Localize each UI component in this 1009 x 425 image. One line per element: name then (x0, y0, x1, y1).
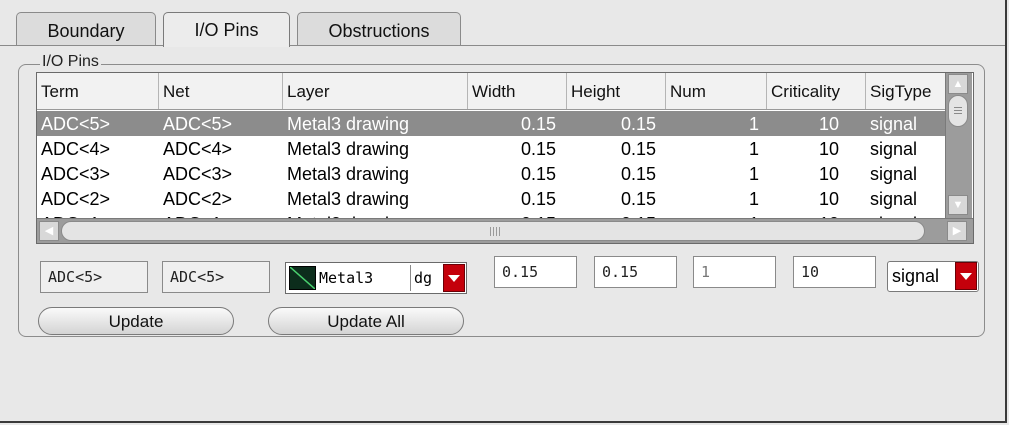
cell-num: 1 (748, 114, 759, 134)
io-pins-table: Term Net Layer Width Height Num Critical… (36, 72, 974, 244)
cell-criticality: 10 (767, 211, 839, 218)
cell-layer: Metal3 drawing (287, 164, 410, 184)
scroll-right-button[interactable]: ▶ (947, 221, 967, 241)
column-header-net[interactable]: Net (159, 73, 283, 109)
cell-height: 0.15 (567, 211, 656, 218)
net-field[interactable]: ADC<5> (162, 261, 270, 293)
cell-num: 1 (666, 211, 759, 218)
cell-height: 0.15 (620, 164, 656, 184)
cell-width: 0.15 (520, 114, 556, 134)
cell-criticality: 10 (818, 164, 839, 184)
sigtype-selector[interactable]: signal (887, 261, 979, 292)
cell-layer: Metal3 drawing (287, 189, 410, 209)
cell-term: ADC<3> (41, 164, 111, 184)
cell-num: 1 (748, 139, 759, 159)
table-row[interactable]: ADC<5> ADC<5> Metal3 drawing 0.15 0.15 1 10 sig… (37, 111, 945, 136)
column-header-term[interactable]: Term (37, 73, 159, 109)
update-all-button[interactable]: Update All (268, 307, 464, 335)
cell-term: ADC<2> (41, 189, 111, 209)
table-body: ADC<5> ADC<5> Metal3 drawing 0.15 0.15 1 10 sig… (37, 110, 945, 218)
column-header-criticality[interactable]: Criticality (767, 73, 866, 109)
column-header-layer[interactable]: Layer (283, 73, 468, 109)
cell-width: 0.15 (520, 139, 556, 159)
cell-width: 0.15 (520, 164, 556, 184)
triangle-down-icon: ▼ (952, 199, 964, 211)
cell-term: ADC<1> (37, 211, 159, 218)
cell-term: ADC<5> (41, 114, 111, 134)
group-legend: I/O Pins (40, 53, 101, 71)
cell-criticality: 10 (818, 189, 839, 209)
table-row[interactable]: ADC<2> ADC<2> Metal3 drawing 0.15 0.15 1 10 sig… (37, 186, 945, 211)
column-header-num[interactable]: Num (666, 73, 767, 109)
tab-boundary[interactable]: Boundary (16, 12, 156, 45)
layer-selector[interactable]: Metal3 dg (285, 262, 467, 294)
layer-swatch-icon (289, 266, 316, 290)
cell-sigtype: signal (866, 211, 945, 218)
cell-term: ADC<4> (41, 139, 111, 159)
sigtype-dropdown-arrow-icon[interactable] (955, 262, 977, 290)
cell-sigtype: signal (870, 114, 918, 134)
cell-layer: Metal3 drawing (287, 114, 410, 134)
triangle-up-icon: ▲ (952, 78, 964, 90)
criticality-field[interactable]: 10 (793, 256, 876, 288)
num-field[interactable]: 1 (693, 256, 776, 288)
horizontal-scrollbar[interactable]: ◀ ▶ (37, 218, 973, 243)
cell-width: 0.15 (520, 189, 556, 209)
triangle-left-icon: ◀ (44, 225, 54, 237)
height-field[interactable]: 0.15 (594, 256, 677, 288)
cell-criticality: 10 (818, 114, 839, 134)
cell-sigtype: signal (870, 139, 918, 159)
tab-obstructions[interactable]: Obstructions (297, 12, 461, 45)
layer-purpose: dg (410, 265, 440, 291)
tab-io-pins[interactable]: I/O Pins (163, 12, 290, 47)
table-row[interactable]: ADC<3> ADC<3> Metal3 drawing 0.15 0.15 1 10 sig… (37, 161, 945, 186)
table-row[interactable]: ADC<1>ADC<1>Metal3 drawing0.150.15110sig… (37, 211, 945, 218)
sigtype-value: signal (892, 266, 940, 286)
cell-height: 0.15 (620, 139, 656, 159)
scroll-left-button[interactable]: ◀ (39, 221, 59, 241)
cell-sigtype: signal (870, 164, 918, 184)
column-header-height[interactable]: Height (567, 73, 666, 109)
vertical-scroll-thumb[interactable] (948, 95, 968, 127)
cell-net: ADC<1> (159, 211, 283, 218)
column-header-sigtype[interactable]: SigType (866, 73, 945, 109)
cell-num: 1 (748, 189, 759, 209)
layer-name: Metal3 (319, 269, 374, 287)
cell-net: ADC<2> (163, 189, 233, 209)
cell-layer: Metal3 drawing (287, 139, 410, 159)
cell-net: ADC<5> (163, 114, 233, 134)
table-row[interactable]: ADC<4> ADC<4> Metal3 drawing 0.15 0.15 1 10 sig… (37, 136, 945, 161)
cell-height: 0.15 (620, 114, 656, 134)
horizontal-scroll-thumb[interactable] (61, 221, 925, 241)
update-button[interactable]: Update (38, 307, 234, 335)
table-header: Term Net Layer Width Height Num Critical… (37, 73, 945, 110)
cell-height: 0.15 (620, 189, 656, 209)
cell-net: ADC<3> (163, 164, 233, 184)
column-header-width[interactable]: Width (468, 73, 567, 109)
vertical-scrollbar[interactable]: ▲ ▼ (945, 73, 972, 218)
cell-sigtype: signal (870, 189, 918, 209)
term-field[interactable]: ADC<5> (40, 261, 148, 293)
triangle-right-icon: ▶ (952, 225, 962, 237)
cell-num: 1 (748, 164, 759, 184)
scroll-down-button[interactable]: ▼ (948, 195, 968, 215)
cell-criticality: 10 (818, 139, 839, 159)
cell-net: ADC<4> (163, 139, 233, 159)
scroll-up-button[interactable]: ▲ (948, 74, 968, 94)
width-field[interactable]: 0.15 (494, 256, 577, 288)
tab-divider (0, 45, 1005, 46)
layer-dropdown-arrow-icon[interactable] (443, 264, 465, 292)
cell-width: 0.15 (468, 211, 556, 218)
cell-layer: Metal3 drawing (283, 211, 468, 218)
